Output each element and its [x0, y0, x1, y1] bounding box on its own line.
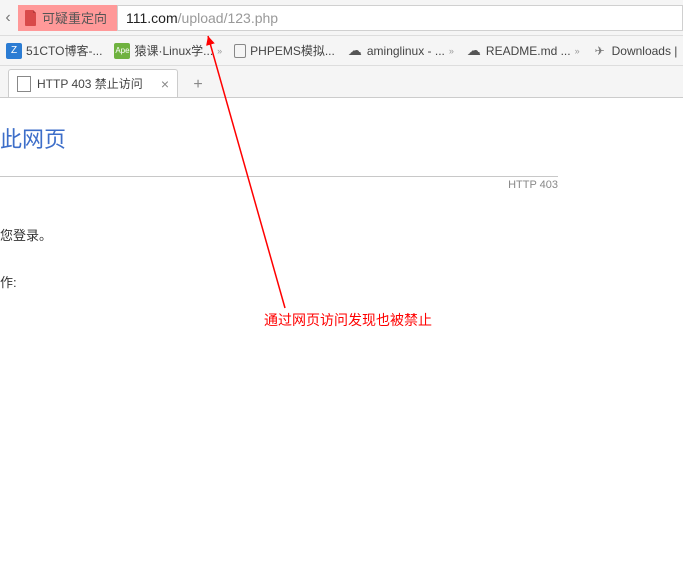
favicon-page [234, 44, 246, 58]
bookmark-label: PHPEMS模拟... [250, 42, 335, 59]
security-warning-chip[interactable]: 可疑重定向 [18, 5, 117, 31]
body-line-2: 作: [0, 272, 683, 291]
page-heading: 此网页 [0, 122, 683, 154]
url-host: 111.com [126, 10, 178, 26]
bookmark-aminglinux[interactable]: ☁ aminglinux - ... » [347, 43, 454, 59]
bookmarks-bar: Z 51CTO博客-... Ape 猿课·Linux学... » PHPEMS模… [0, 36, 683, 66]
address-bar: ‹ 可疑重定向 111.com/upload/123.php [0, 0, 683, 36]
bookmark-51cto[interactable]: Z 51CTO博客-... [6, 42, 102, 59]
bookmark-label: aminglinux - ... [367, 44, 445, 58]
favicon-cloud: ☁ [347, 43, 363, 59]
bookmark-readme[interactable]: ☁ README.md ... » [466, 43, 580, 59]
url-input[interactable]: 111.com/upload/123.php [117, 5, 683, 31]
back-button[interactable]: ‹ [0, 9, 14, 27]
tab-active[interactable]: HTTP 403 禁止访问 × [8, 69, 178, 97]
bookmark-label: 猿课·Linux学... [134, 42, 213, 59]
page-icon [17, 76, 31, 92]
chevron-down-icon: » [449, 46, 454, 56]
bookmark-label: Downloads | [612, 44, 678, 58]
favicon-ape: Ape [114, 43, 130, 59]
bookmark-label: README.md ... [486, 44, 571, 58]
bookmark-phpems[interactable]: PHPEMS模拟... [234, 42, 335, 59]
warning-page-icon [24, 10, 38, 26]
favicon-plane: ✈ [592, 43, 608, 59]
chevron-down-icon: » [575, 46, 580, 56]
page-content: 此网页 HTTP 403 您登录。 作: [0, 98, 683, 291]
tabs-bar: HTTP 403 禁止访问 × + [0, 66, 683, 98]
favicon-51cto: Z [6, 43, 22, 59]
error-code: HTTP 403 [0, 179, 558, 191]
tab-title: HTTP 403 禁止访问 [37, 75, 143, 92]
url-path: /upload/123.php [178, 10, 278, 26]
warning-label: 可疑重定向 [42, 8, 107, 27]
chevron-down-icon: » [217, 46, 222, 56]
bookmark-downloads[interactable]: ✈ Downloads | [592, 43, 678, 59]
new-tab-button[interactable]: + [184, 73, 212, 97]
body-line-1: 您登录。 [0, 225, 683, 244]
bookmark-label: 51CTO博客-... [26, 42, 102, 59]
close-tab-icon[interactable]: × [161, 76, 169, 92]
favicon-cloud: ☁ [466, 43, 482, 59]
divider [0, 176, 558, 177]
bookmark-ape[interactable]: Ape 猿课·Linux学... » [114, 42, 222, 59]
annotation-text: 通过网页访问发现也被禁止 [264, 310, 432, 330]
